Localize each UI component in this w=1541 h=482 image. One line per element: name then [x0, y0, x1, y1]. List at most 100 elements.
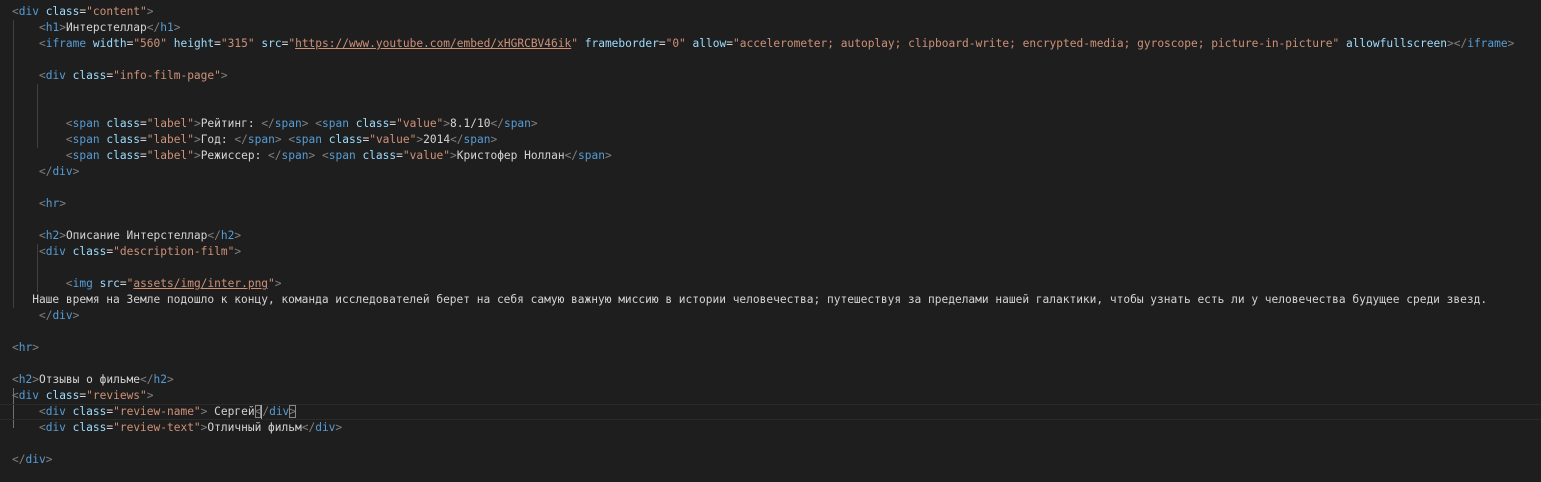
- code-token-tag: span: [72, 117, 100, 130]
- code-token-punct: >: [450, 149, 457, 162]
- code-token-text: Сергей: [207, 405, 255, 418]
- code-token-tag: hr: [45, 197, 60, 210]
- code-token-eq: =: [140, 133, 147, 146]
- code-line[interactable]: <div class="review-name"> Сергей</div>: [0, 404, 1541, 420]
- code-line[interactable]: [0, 180, 1541, 196]
- code-token-bracket: >: [289, 405, 297, 418]
- code-token-text: Отзывы о фильме: [38, 373, 141, 386]
- code-token-punct: >: [193, 133, 201, 146]
- code-token-tag: hr: [18, 341, 33, 354]
- code-editor[interactable]: <div class="content"> <h1>Интерстеллар</…: [0, 0, 1541, 482]
- code-line[interactable]: <h2>Отзывы о фильме</h2>: [0, 372, 1541, 388]
- code-line[interactable]: <hr>: [0, 196, 1541, 212]
- code-line[interactable]: [0, 324, 1541, 340]
- code-token-str: ": [571, 37, 578, 50]
- code-token-punct: <: [38, 421, 46, 434]
- code-token-tag: span: [322, 117, 349, 130]
- code-line[interactable]: <h1>Интерстеллар</h1>: [0, 20, 1541, 36]
- code-line[interactable]: <img src="assets/img/inter.png">: [0, 276, 1541, 292]
- code-line[interactable]: <hr>: [0, 340, 1541, 356]
- code-token-tag: div: [315, 421, 336, 434]
- code-token-punct: >: [1507, 37, 1515, 50]
- code-token-punct: >: [605, 149, 612, 162]
- code-line[interactable]: </div>: [0, 308, 1541, 324]
- code-line[interactable]: <div class="info-film-page">: [0, 68, 1541, 84]
- code-token-str: "value": [369, 133, 417, 146]
- code-line[interactable]: [0, 436, 1541, 452]
- code-token-punct: >: [59, 197, 66, 210]
- code-token-punct: <: [321, 149, 329, 162]
- code-token-eq: =: [140, 117, 147, 130]
- code-token-tag: span: [281, 149, 309, 162]
- code-line[interactable]: [0, 260, 1541, 276]
- code-token-punct: >: [274, 277, 282, 290]
- code-token-punct: </: [207, 229, 221, 242]
- code-token-attr: src: [99, 277, 120, 290]
- code-token-str: "value": [396, 117, 444, 130]
- code-token-text: 2014: [423, 133, 451, 146]
- code-token-eq: =: [658, 37, 666, 50]
- code-token-bracket: <: [254, 405, 262, 418]
- code-token-attr: class: [106, 117, 141, 130]
- code-line[interactable]: <div class="description-film">: [0, 244, 1541, 260]
- code-line[interactable]: [0, 100, 1541, 116]
- code-token-text: Режиссер:: [200, 149, 269, 162]
- code-token-punct: </: [261, 117, 275, 130]
- code-line[interactable]: [0, 356, 1541, 372]
- code-token-punct: <: [38, 245, 46, 258]
- code-token-punct: </: [301, 421, 316, 434]
- code-token-text: Рейтинг:: [200, 117, 262, 130]
- code-token-tag: h2: [153, 373, 167, 386]
- code-token-punct: >: [32, 373, 39, 386]
- code-line[interactable]: Наше время на Земле подошло к концу, ком…: [0, 292, 1541, 308]
- code-token-str: "review-text": [113, 421, 201, 434]
- code-token-punct: <: [65, 277, 73, 290]
- code-token-punct: </: [140, 373, 154, 386]
- code-token-eq: =: [214, 37, 221, 50]
- code-token-punct: >: [146, 5, 154, 18]
- code-token-text: Наше время на Земле подошло к концу, ком…: [12, 293, 1488, 306]
- code-line[interactable]: <div class="reviews">: [0, 388, 1541, 404]
- code-token-tag: div: [45, 405, 66, 418]
- code-line[interactable]: [0, 84, 1541, 100]
- code-token-str: "info-film-page": [113, 69, 221, 82]
- code-line[interactable]: [0, 212, 1541, 228]
- code-line[interactable]: </div>: [0, 452, 1541, 468]
- code-token-punct: </: [268, 149, 282, 162]
- code-line[interactable]: <div class="content">: [0, 4, 1541, 20]
- code-token-str: "review-name": [113, 405, 201, 418]
- code-line[interactable]: <span class="label">Режиссер: </span> <s…: [0, 148, 1541, 164]
- code-line[interactable]: <span class="label">Год: </span> <span c…: [0, 132, 1541, 148]
- code-token-str: "description-film": [113, 245, 235, 258]
- code-token-punct: <: [38, 197, 46, 210]
- code-line[interactable]: <span class="label">Рейтинг: </span> <sp…: [0, 116, 1541, 132]
- code-token-punct: >: [146, 389, 154, 402]
- code-token-str: "0": [665, 37, 686, 50]
- code-token-str: ": [268, 277, 275, 290]
- code-token-str: "value": [402, 149, 451, 162]
- code-line[interactable]: <iframe width="560" height="315" src="ht…: [0, 36, 1541, 52]
- code-token-tag: span: [463, 133, 491, 146]
- code-token-attr: class: [72, 421, 107, 434]
- code-line[interactable]: <h2>Описание Интерстеллар</h2>: [0, 228, 1541, 244]
- code-token-tag: span: [328, 149, 356, 162]
- code-line[interactable]: <div class="review-text">Отличный фильм<…: [0, 420, 1541, 436]
- code-token-tag: span: [72, 133, 100, 146]
- code-token-tag: span: [274, 117, 302, 130]
- code-line[interactable]: [0, 52, 1541, 68]
- code-line[interactable]: [0, 468, 1541, 482]
- code-token-punct: </: [564, 149, 579, 162]
- code-token-tag: div: [45, 69, 66, 82]
- code-line[interactable]: </div>: [0, 164, 1541, 180]
- code-token-punct: </: [38, 309, 53, 322]
- code-token-attr: width: [92, 37, 127, 50]
- code-token-str: "560": [133, 37, 167, 50]
- code-token-text: 8.1/10: [450, 117, 491, 130]
